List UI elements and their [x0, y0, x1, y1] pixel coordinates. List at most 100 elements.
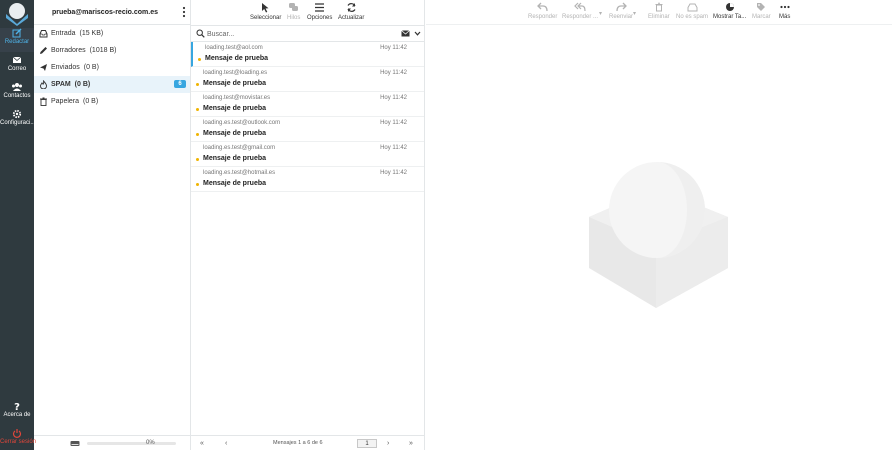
reply-all-button[interactable]: Responder ... — [562, 2, 598, 20]
pie-chart-icon — [725, 3, 734, 11]
not-spam-button[interactable]: No es spam — [676, 2, 708, 20]
first-page-button[interactable]: « — [200, 440, 204, 447]
message-from: loading.test@aol.com — [205, 45, 263, 51]
mark-button[interactable]: Marcar — [752, 2, 771, 20]
message-row[interactable]: loading.es.test@hotmail.es Hoy 11:42 Men… — [191, 167, 424, 192]
empty-mailbox-illustration — [589, 162, 728, 308]
select-button[interactable]: Seleccionar — [250, 2, 281, 21]
folder-panel: prueba@mariscos-recio.com.es Entrada (15… — [34, 0, 191, 450]
folder-size: (0 B) — [83, 64, 99, 71]
folder-size: (0 B) — [82, 98, 99, 105]
send-icon — [40, 64, 47, 71]
reply-all-dropdown-icon[interactable]: ▾ — [599, 10, 602, 17]
envelope-filter-icon[interactable] — [401, 30, 410, 37]
pagination-bar: « ‹ Mensajes 1 a 6 de 6 1 › » — [191, 435, 424, 450]
folder-sent[interactable]: Enviados (0 B) — [34, 59, 190, 76]
chevron-down-icon[interactable] — [414, 31, 421, 36]
rail-compose[interactable]: Redactar — [0, 28, 34, 52]
message-from: loading.test@movistar.es — [203, 95, 271, 101]
kebab-menu-icon[interactable] — [182, 6, 186, 18]
message-from: loading.es.test@hotmail.es — [203, 170, 276, 176]
rail-mail[interactable]: Correo — [0, 55, 34, 79]
list-options-icon — [315, 3, 325, 12]
folder-inbox[interactable]: Entrada (15 KB) — [34, 25, 190, 42]
message-list: loading.test@aol.com Hoy 11:42 Mensaje d… — [191, 42, 424, 192]
rail-compose-label: Redactar — [4, 39, 30, 45]
refresh-button[interactable]: Actualizar — [338, 2, 364, 21]
rail-about[interactable]: ? Acerca de — [0, 401, 34, 425]
message-list-panel: Seleccionar Hilos Opciones Actualizar Bu… — [191, 0, 425, 450]
select-label: Seleccionar — [250, 15, 282, 21]
power-icon — [12, 429, 22, 438]
inbox-icon — [687, 3, 697, 12]
message-date: Hoy 11:42 — [380, 45, 407, 51]
message-row[interactable]: loading.test@movistar.es Hoy 11:42 Mensa… — [191, 92, 424, 117]
unread-dot-icon — [196, 108, 199, 111]
help-icon: ? — [14, 402, 20, 411]
message-row[interactable]: loading.test@loading.es Hoy 11:42 Mensaj… — [191, 67, 424, 92]
folder-name: SPAM — [51, 81, 71, 88]
message-date: Hoy 11:42 — [380, 145, 407, 151]
show-tags-button[interactable]: Mostrar Ta... — [713, 2, 746, 20]
message-row[interactable]: loading.es.test@gmail.com Hoy 11:42 Mens… — [191, 142, 424, 167]
chat-bubbles-icon — [289, 3, 299, 11]
rail-contacts[interactable]: Contactos — [0, 82, 34, 106]
tag-icon — [757, 3, 766, 11]
reply-all-label: Responder ... — [562, 14, 599, 20]
message-subject: Mensaje de prueba — [203, 155, 267, 162]
delete-label: Eliminar — [648, 14, 670, 20]
more-button[interactable]: Más — [779, 2, 790, 20]
nav-rail: Redactar Correo Contactos Configuraci... — [0, 0, 37, 450]
rail-logout-label: Cerrar sesión — [0, 439, 37, 445]
search-bar — [191, 25, 424, 42]
rail-settings[interactable]: Configuraci... — [0, 109, 35, 133]
rail-contacts-label: Contactos — [3, 93, 31, 99]
unread-dot-icon — [196, 133, 199, 136]
options-button[interactable]: Opciones — [307, 2, 332, 21]
reply-label: Responder — [528, 14, 558, 20]
forward-dropdown-icon[interactable]: ▾ — [633, 10, 636, 17]
folder-trash[interactable]: Papelera (0 B) — [34, 93, 190, 110]
forward-button[interactable]: Reenviar — [609, 2, 633, 20]
delete-button[interactable]: Eliminar — [648, 2, 670, 20]
account-email: prueba@mariscos-recio.com.es — [51, 9, 159, 16]
svg-text:?: ? — [14, 402, 20, 411]
disk-icon — [70, 441, 80, 446]
quota-bar — [87, 442, 176, 445]
inbox-icon — [39, 30, 48, 38]
mail-app: Redactar Correo Contactos Configuraci... — [0, 0, 892, 450]
message-toolbar: Responder Responder ... ▾ Reenviar ▾ Eli… — [426, 0, 892, 25]
folder-size: (0 B) — [74, 81, 91, 88]
last-page-button[interactable]: » — [409, 440, 413, 447]
folder-spam[interactable]: SPAM (0 B) 6 — [34, 76, 190, 93]
forward-icon — [615, 2, 627, 12]
message-subject: Mensaje de prueba — [205, 55, 269, 62]
prev-page-button[interactable]: ‹ — [225, 440, 227, 447]
message-row[interactable]: loading.test@aol.com Hoy 11:42 Mensaje d… — [191, 42, 424, 67]
forward-label: Reenviar — [609, 14, 634, 20]
unread-badge: 6 — [174, 80, 186, 88]
page-number-input[interactable]: 1 — [357, 439, 377, 448]
rail-logout[interactable]: Cerrar sesión — [0, 428, 37, 450]
search-input[interactable] — [207, 28, 387, 40]
threads-button[interactable]: Hilos — [287, 2, 300, 21]
unread-dot-icon — [196, 183, 199, 186]
fire-icon — [40, 80, 47, 89]
next-page-button[interactable]: › — [387, 440, 389, 447]
message-row[interactable]: loading.es.test@outlook.com Hoy 11:42 Me… — [191, 117, 424, 142]
message-from: loading.es.test@outlook.com — [203, 120, 281, 126]
preview-panel: Responder Responder ... ▾ Reenviar ▾ Eli… — [426, 0, 892, 450]
message-from: loading.test@loading.es — [203, 70, 268, 76]
message-subject: Mensaje de prueba — [203, 80, 267, 87]
more-label: Más — [779, 14, 791, 20]
message-date: Hoy 11:42 — [380, 95, 407, 101]
refresh-label: Actualizar — [338, 15, 365, 21]
reply-button[interactable]: Responder — [528, 2, 557, 20]
folder-name: Entrada — [51, 30, 76, 37]
quota-footer: 0% — [34, 435, 190, 450]
mail-icon — [12, 56, 22, 63]
message-subject: Mensaje de prueba — [203, 130, 267, 137]
rail-mail-label: Correo — [7, 66, 27, 72]
folder-drafts[interactable]: Borradores (1018 B) — [34, 42, 190, 59]
mark-label: Marcar — [752, 14, 771, 20]
